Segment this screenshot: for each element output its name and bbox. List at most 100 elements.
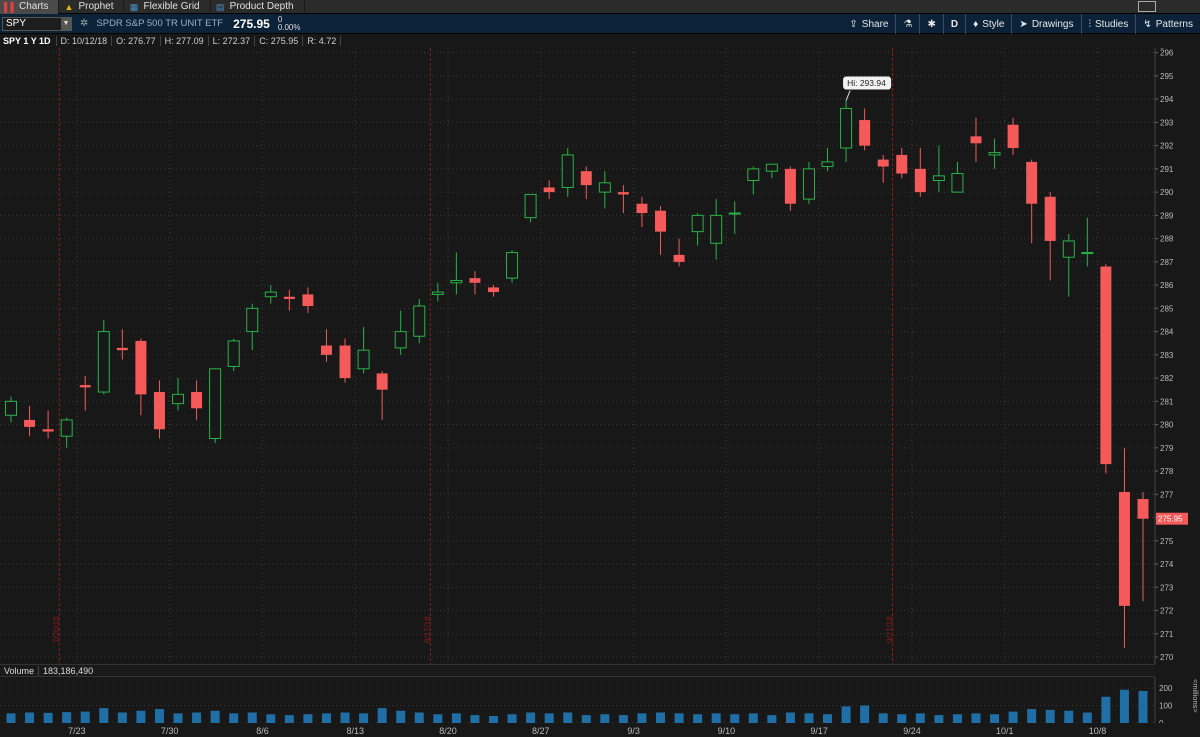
time-axis[interactable]: 7/23 7/30 8/6 8/13 8/20 8/27 9/3 9/10 9/17 9/24 10…	[0, 723, 1200, 737]
volume-bar	[693, 714, 703, 723]
price-tick-label: 291	[1160, 165, 1174, 174]
price-tick-label: 283	[1160, 351, 1174, 360]
grid-icon: ▦	[129, 1, 139, 12]
candle-body-down	[914, 168, 926, 193]
candle-body-down	[283, 296, 295, 300]
price-tick-label: 285	[1160, 304, 1174, 313]
time-axis-background	[0, 723, 1200, 737]
price-tick-label: 275	[1160, 537, 1174, 546]
candle-body-down	[1026, 161, 1038, 204]
tab-product-depth[interactable]: ▤ Product Depth	[211, 0, 305, 14]
flask-button[interactable]: ⚗	[895, 14, 919, 34]
candle-body-down	[376, 373, 388, 390]
chevron-down-icon[interactable]: ▼	[61, 17, 71, 30]
patterns-label: Patterns	[1155, 18, 1193, 30]
volume-chart[interactable]: 2001000<millions>	[0, 677, 1200, 723]
share-button[interactable]: ⇪ Share	[842, 14, 895, 34]
chart-symbol-label[interactable]: SPY 1 Y 1D	[0, 36, 57, 46]
candle-body-down	[784, 168, 796, 204]
volume-bar	[303, 714, 313, 723]
candle-body-down	[24, 419, 36, 427]
drawings-button[interactable]: ➤ Drawings	[1011, 14, 1080, 34]
price-tick-label: 282	[1160, 374, 1174, 383]
candle-body-down	[320, 345, 332, 355]
candle-body-up	[5, 400, 17, 416]
volume-bar	[80, 711, 90, 723]
candle-body-up	[1062, 240, 1075, 258]
time-tick-label: 9/10	[718, 726, 736, 736]
candle-body-down	[1118, 491, 1130, 606]
time-tick-label: 7/30	[161, 726, 179, 736]
tab-charts[interactable]: ▌▌ Charts	[0, 0, 60, 14]
price-change: 0 0.00%	[278, 15, 301, 32]
window-button[interactable]	[1138, 1, 1156, 12]
price-tick-label: 281	[1160, 397, 1174, 406]
candle-body-up	[357, 349, 370, 370]
volume-bar	[952, 714, 962, 723]
volume-label[interactable]: Volume	[0, 665, 40, 676]
aggregation-button[interactable]: D	[942, 14, 965, 34]
candle-body-up	[60, 419, 73, 437]
candle-body-down	[153, 392, 165, 430]
candle-body-up	[765, 163, 778, 172]
price-tick-label: 287	[1160, 258, 1174, 267]
volume-bar	[1138, 690, 1148, 723]
volume-bar	[804, 713, 814, 723]
symbol-input[interactable]: SPY ▼	[2, 16, 72, 31]
info-high: H: 277.09	[161, 36, 209, 46]
tab-product-depth-label: Product Depth	[229, 1, 294, 12]
candle-body-down	[859, 120, 871, 146]
candle-body-up	[710, 214, 723, 244]
event-marker-label: 7/20/18	[52, 616, 61, 643]
volume-bar	[433, 714, 443, 723]
volume-bar	[507, 714, 517, 723]
price-tick-label: 277	[1160, 490, 1174, 499]
price-chart[interactable]: 2702712722732742752762772782792802812822…	[0, 48, 1200, 664]
tab-prophet[interactable]: ▲ Prophet	[59, 0, 125, 14]
candle-body-up	[691, 214, 704, 233]
price-tick-label: 286	[1160, 281, 1174, 290]
candle-body-up	[747, 168, 760, 181]
volume-bar	[656, 712, 666, 723]
tab-charts-label: Charts	[19, 1, 49, 12]
price-tick-label: 289	[1160, 211, 1174, 220]
patterns-button[interactable]: ↯ Patterns	[1135, 14, 1200, 34]
volume-bar	[396, 710, 406, 723]
volume-bar	[1082, 712, 1092, 723]
volume-bar	[1101, 696, 1111, 723]
candle-body-up	[524, 193, 537, 219]
volume-bar	[266, 714, 276, 723]
price-tick-label: 284	[1160, 328, 1174, 337]
candle-body-up	[97, 331, 110, 393]
candle-body-down	[617, 192, 629, 195]
volume-bar	[414, 712, 424, 723]
price-tick-label: 271	[1160, 630, 1174, 639]
time-tick-label: 8/27	[532, 726, 550, 736]
volume-bar	[990, 714, 1000, 723]
studies-button[interactable]: ⫶ Studies	[1080, 14, 1136, 34]
price-tick-label: 278	[1160, 467, 1174, 476]
time-tick-label: 8/13	[346, 726, 364, 736]
volume-bar	[136, 710, 146, 723]
volume-header: Volume 183,186,490	[0, 664, 1155, 677]
tab-flexible-grid[interactable]: ▦ Flexible Grid	[124, 0, 211, 14]
volume-bar	[6, 713, 16, 723]
depth-icon: ▤	[215, 1, 225, 12]
volume-bar	[321, 713, 331, 723]
volume-bar	[25, 712, 35, 723]
candle-body-down	[877, 159, 889, 167]
gear-icon[interactable]: ✲	[80, 18, 88, 29]
volume-bar	[1008, 711, 1018, 723]
candle-body-down	[302, 294, 314, 307]
volume-unit-label: <millions>	[1191, 679, 1200, 713]
volume-bar	[340, 712, 350, 723]
candle-body-down	[487, 287, 499, 293]
volume-bar	[210, 710, 220, 723]
candle-body-up	[264, 291, 277, 298]
settings-button[interactable]: ✱	[919, 14, 942, 34]
candle-body-up	[413, 305, 426, 337]
style-button[interactable]: ♦ Style	[965, 14, 1011, 34]
collapse-icon: ⤢	[1160, 48, 1169, 51]
tab-flexible-grid-label: Flexible Grid	[143, 1, 200, 12]
volume-bar	[229, 713, 239, 723]
